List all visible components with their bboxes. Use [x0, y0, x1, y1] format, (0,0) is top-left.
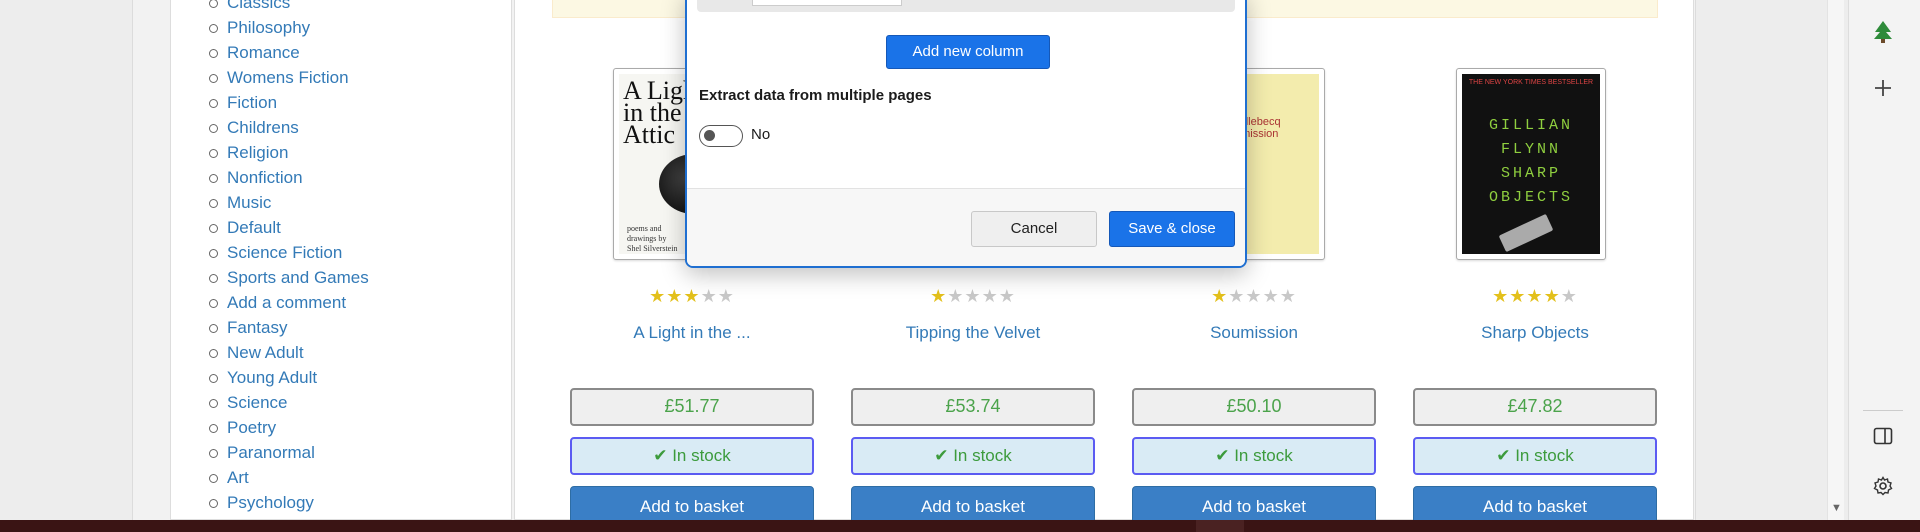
taskbar-item[interactable]	[1196, 520, 1244, 532]
cancel-button[interactable]: Cancel	[971, 211, 1097, 247]
star-icon: ★	[700, 286, 718, 306]
star-icon: ★	[1211, 286, 1229, 306]
star-icon: ★	[1262, 286, 1280, 306]
price-label: £51.77	[570, 388, 814, 426]
star-icon: ★	[1279, 286, 1297, 306]
star-icon: ★	[666, 286, 684, 306]
stock-status: ✔ In stock	[1132, 437, 1376, 475]
save-close-button[interactable]: Save & close	[1109, 211, 1235, 247]
star-icon: ★	[1492, 286, 1510, 306]
star-icon: ★	[998, 286, 1016, 306]
category-link[interactable]: New Adult	[201, 340, 369, 365]
book-title-link[interactable]: Sharp Objects	[1413, 323, 1657, 343]
book-title-link[interactable]: A Light in the ...	[570, 323, 814, 343]
category-link[interactable]: Romance	[201, 40, 369, 65]
category-link[interactable]: Music	[201, 190, 369, 215]
browser-side-panel	[1848, 0, 1920, 532]
multi-page-toggle[interactable]	[699, 125, 743, 147]
star-icon: ★	[717, 286, 735, 306]
category-link[interactable]: Childrens	[201, 115, 369, 140]
check-icon: ✔	[934, 446, 949, 465]
toggle-knob	[704, 130, 715, 141]
taskbar	[0, 520, 1920, 532]
star-rating: ★★★★★	[851, 286, 1095, 307]
star-icon: ★	[981, 286, 999, 306]
cover-illustration	[1498, 213, 1554, 253]
category-link[interactable]: Science Fiction	[201, 240, 369, 265]
stock-label: In stock	[1234, 446, 1293, 465]
price-label: £47.82	[1413, 388, 1657, 426]
page-scrollbar[interactable]: ▼	[1827, 0, 1844, 520]
add-new-column-button[interactable]: Add new column	[886, 35, 1050, 69]
book-title-link[interactable]: Tipping the Velvet	[851, 323, 1095, 343]
book-title-link[interactable]: Soumission	[1132, 323, 1376, 343]
category-link[interactable]: Sports and Games	[201, 265, 369, 290]
divider	[1863, 410, 1903, 411]
star-icon: ★	[1509, 286, 1527, 306]
cover-title-text: GILLIAN FLYNN SHARP OBJECTS	[1488, 117, 1573, 206]
stock-label: In stock	[672, 446, 731, 465]
category-list: Classics Philosophy Romance Womens Fiction F…	[201, 0, 369, 515]
column-name-input[interactable]	[752, 0, 902, 6]
configure-dialog: Add new column Extract data from multipl…	[685, 0, 1247, 268]
check-icon: ✔	[1496, 446, 1511, 465]
category-link[interactable]: Young Adult	[201, 365, 369, 390]
star-icon: ★	[964, 286, 982, 306]
stock-label: In stock	[953, 446, 1012, 465]
star-icon: ★	[1543, 286, 1561, 306]
dialog-footer: Cancel Save & close	[687, 188, 1245, 266]
category-link[interactable]: Add a comment	[201, 290, 369, 315]
stock-status: ✔ In stock	[1413, 437, 1657, 475]
category-sidebar: Classics Philosophy Romance Womens Fiction F…	[170, 0, 512, 520]
tree-icon[interactable]	[1867, 20, 1899, 52]
category-link[interactable]: Paranormal	[201, 440, 369, 465]
category-link[interactable]: Fantasy	[201, 315, 369, 340]
category-link[interactable]: Default	[201, 215, 369, 240]
cover-author-text: poems and drawings by Shel Silverstein	[627, 224, 678, 253]
stock-status: ✔ In stock	[570, 437, 814, 475]
category-link[interactable]: Philosophy	[201, 15, 369, 40]
price-label: £50.10	[1132, 388, 1376, 426]
sidebar-toggle-icon[interactable]	[1867, 423, 1899, 455]
category-link[interactable]: Womens Fiction	[201, 65, 369, 90]
star-icon: ★	[1560, 286, 1578, 306]
stock-label: In stock	[1515, 446, 1574, 465]
scroll-down-icon[interactable]: ▼	[1831, 502, 1842, 514]
star-icon: ★	[947, 286, 965, 306]
column-row	[697, 0, 1235, 12]
star-icon: ★	[1526, 286, 1544, 306]
plus-icon[interactable]	[1867, 76, 1899, 108]
category-link[interactable]: Nonfiction	[201, 165, 369, 190]
product-card: THE NEW YORK TIMES BESTSELLER GILLIAN FLY…	[1413, 68, 1657, 528]
star-rating: ★★★★★	[1413, 286, 1657, 307]
cover-tagline-text: THE NEW YORK TIMES BESTSELLER	[1468, 79, 1594, 86]
check-icon: ✔	[1215, 446, 1230, 465]
star-icon: ★	[649, 286, 667, 306]
star-rating: ★★★★★	[570, 286, 814, 307]
category-link[interactable]: Poetry	[201, 415, 369, 440]
category-link[interactable]: Classics	[201, 0, 369, 15]
book-cover[interactable]: THE NEW YORK TIMES BESTSELLER GILLIAN FLY…	[1456, 68, 1606, 260]
extract-multiple-pages-label: Extract data from multiple pages	[699, 87, 932, 104]
category-link[interactable]: Fiction	[201, 90, 369, 115]
star-icon: ★	[683, 286, 701, 306]
category-link[interactable]: Religion	[201, 140, 369, 165]
gear-icon[interactable]	[1867, 474, 1899, 506]
stock-status: ✔ In stock	[851, 437, 1095, 475]
category-link[interactable]: Science	[201, 390, 369, 415]
price-label: £53.74	[851, 388, 1095, 426]
star-icon: ★	[1245, 286, 1263, 306]
check-icon: ✔	[653, 446, 668, 465]
toggle-value-label: No	[751, 126, 771, 143]
star-icon: ★	[930, 286, 948, 306]
category-link[interactable]: Psychology	[201, 490, 369, 515]
star-rating: ★★★★★	[1132, 286, 1376, 307]
star-icon: ★	[1228, 286, 1246, 306]
category-link[interactable]: Art	[201, 465, 369, 490]
